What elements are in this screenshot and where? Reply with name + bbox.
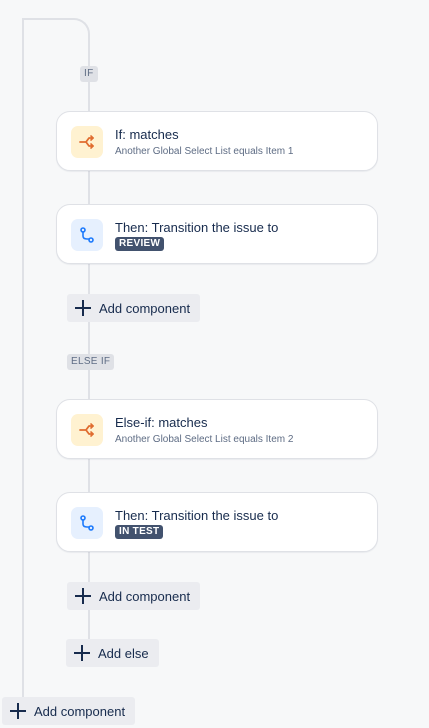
branch-connector-curve <box>22 18 90 58</box>
branch-condition-icon <box>71 414 103 446</box>
action-title: Then: Transition the issue to <box>115 508 279 523</box>
add-else-button[interactable]: Add else <box>66 639 159 667</box>
else-if-condition-card[interactable]: Else-if: matches Another Global Select L… <box>56 399 378 459</box>
condition-subtitle: Another Global Select List equals Item 1 <box>115 146 294 157</box>
add-component-label: Add component <box>34 703 126 719</box>
transition-icon <box>71 507 103 539</box>
status-lozenge: REVIEW <box>115 237 165 251</box>
add-else-label: Add else <box>98 645 149 661</box>
action-title: Then: Transition the issue to <box>115 220 279 235</box>
condition-title: If: matches <box>115 127 179 142</box>
add-component-label: Add component <box>99 300 191 316</box>
add-component-label: Add component <box>99 588 191 604</box>
root-add-component-button[interactable]: Add component <box>2 697 136 725</box>
plus-icon <box>10 703 26 719</box>
else-if-action-card[interactable]: Then: Transition the issue to IN TEST <box>56 492 378 552</box>
branch-condition-icon <box>71 126 103 158</box>
transition-icon <box>71 219 103 251</box>
plus-icon <box>74 645 90 661</box>
main-connector-line <box>22 18 24 698</box>
if-tag: IF <box>80 66 98 82</box>
condition-title: Else-if: matches <box>115 415 208 430</box>
if-action-card[interactable]: Then: Transition the issue to REVIEW <box>56 204 378 264</box>
if-add-component-button[interactable]: Add component <box>67 294 201 322</box>
else-if-tag: ELSE IF <box>67 354 115 370</box>
status-lozenge: IN TEST <box>115 525 164 539</box>
condition-subtitle: Another Global Select List equals Item 2 <box>115 434 294 445</box>
plus-icon <box>75 588 91 604</box>
if-condition-card[interactable]: If: matches Another Global Select List e… <box>56 111 378 171</box>
plus-icon <box>75 300 91 316</box>
else-if-add-component-button[interactable]: Add component <box>67 582 201 610</box>
